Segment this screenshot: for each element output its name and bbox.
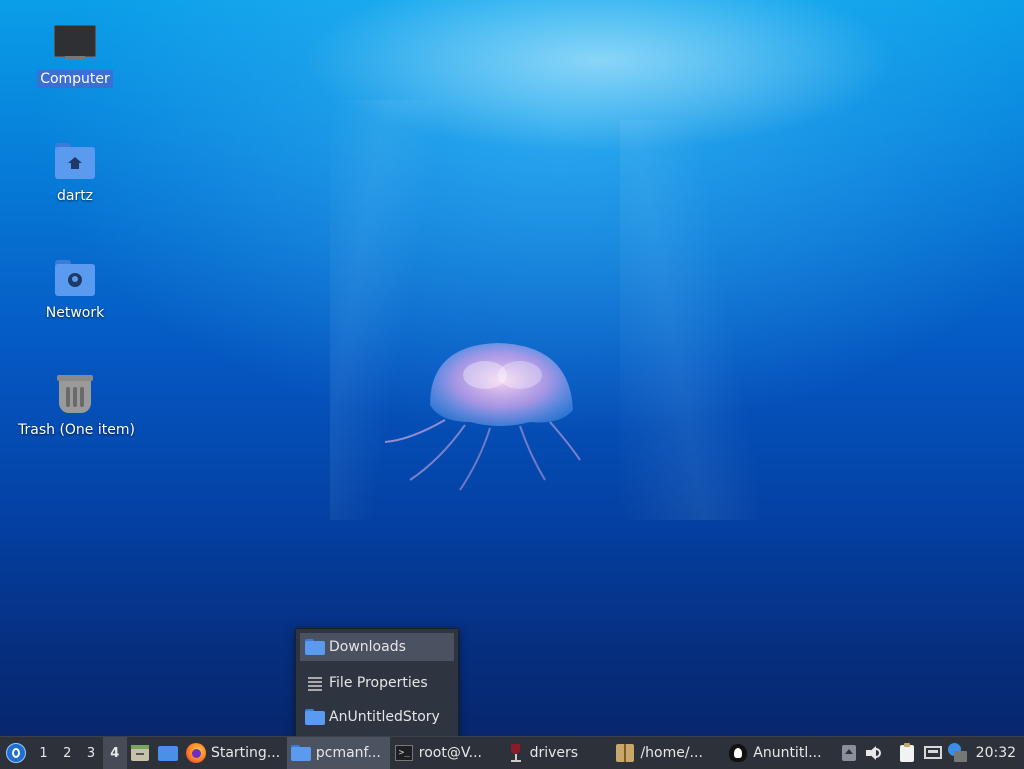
computer-monitor-icon <box>53 22 97 66</box>
workspace-3[interactable]: 3 <box>79 737 103 769</box>
update-notifier-icon <box>947 743 968 763</box>
task-label: root@V... <box>418 745 482 761</box>
clipboard-icon <box>897 743 917 763</box>
network-folder-icon <box>53 256 97 300</box>
inkscape-icon <box>728 743 748 763</box>
desktop-icon-computer[interactable]: Computer <box>15 22 135 88</box>
folder-icon <box>305 709 325 725</box>
task-label: Starting... <box>210 745 281 761</box>
scroll-up-icon <box>841 743 856 763</box>
clock[interactable]: 20:32 <box>970 737 1024 769</box>
desktop-icon-label: Network <box>45 305 105 321</box>
task-archive[interactable]: /home/... <box>611 737 724 769</box>
menu-item-label: AnUntitledStory <box>329 709 440 725</box>
folder-icon <box>290 743 311 763</box>
task-label: drivers <box>529 745 579 761</box>
home-folder-icon <box>53 139 97 183</box>
task-label: Anuntitl... <box>753 745 822 761</box>
volume-control[interactable] <box>859 737 889 769</box>
task-label: /home/... <box>640 745 703 761</box>
lxqt-start-menu-icon <box>5 743 26 763</box>
quicklaunch-file-manager[interactable] <box>127 737 155 769</box>
desktop-icon-label: Computer <box>37 70 113 88</box>
list-icon <box>305 675 325 691</box>
trash-full-icon <box>53 373 97 417</box>
firefox-icon <box>185 743 206 763</box>
taskbar: 1 2 3 4 Starting... pcmanf... >_ root@V.… <box>0 736 1024 769</box>
clipboard-tray[interactable] <box>895 737 921 769</box>
desktop-icon-network[interactable]: Network <box>15 256 135 322</box>
task-label: pcmanf... <box>315 745 381 761</box>
desktop-icon-home[interactable]: dartz <box>15 139 135 205</box>
archive-icon <box>615 743 635 763</box>
context-menu: Downloads File Properties AnUntitledStor… <box>295 628 459 738</box>
show-desktop-button[interactable] <box>154 737 182 769</box>
workspace-1[interactable]: 1 <box>32 737 56 769</box>
task-drivers[interactable]: drivers <box>501 737 612 769</box>
show-desktop-icon <box>158 743 179 763</box>
menu-item-anuntitledstory[interactable]: AnUntitledStory <box>300 703 454 731</box>
menu-item-label: Downloads <box>329 639 406 655</box>
workspace-2[interactable]: 2 <box>55 737 79 769</box>
file-manager-icon <box>130 743 150 763</box>
tray-scroll-button[interactable] <box>839 737 859 769</box>
wallpaper-jellyfish <box>384 343 581 491</box>
desktop-icon-trash[interactable]: Trash (One item) <box>15 373 135 439</box>
update-notifier-tray[interactable] <box>946 737 970 769</box>
network-wired-icon <box>923 743 943 763</box>
task-pcmanfm[interactable]: pcmanf... <box>286 737 390 769</box>
desktop-icon-label: Trash (One item) <box>18 422 135 438</box>
menu-item-downloads[interactable]: Downloads <box>300 633 454 661</box>
start-menu-button[interactable] <box>0 737 32 769</box>
volume-icon <box>864 743 884 763</box>
menu-item-file-properties[interactable]: File Properties <box>300 669 454 697</box>
desktop-icon-label: dartz <box>56 188 94 204</box>
folder-icon <box>305 639 325 655</box>
workspace-4[interactable]: 4 <box>102 737 127 769</box>
task-inkscape[interactable]: Anuntitl... <box>724 737 835 769</box>
terminal-icon: >_ <box>394 743 414 763</box>
network-tray[interactable] <box>920 737 946 769</box>
menu-item-label: File Properties <box>329 675 428 691</box>
task-terminal[interactable]: >_ root@V... <box>390 737 501 769</box>
wine-icon <box>505 743 525 763</box>
task-firefox[interactable]: Starting... <box>182 737 287 769</box>
